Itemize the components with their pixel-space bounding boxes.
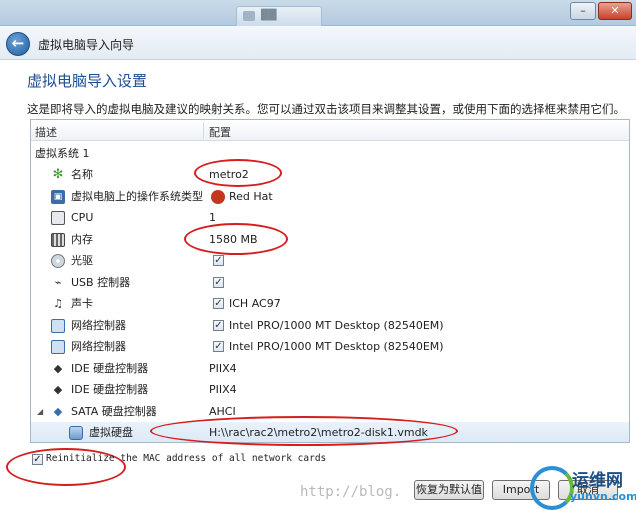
hard-disk-icon xyxy=(69,426,83,440)
row-label: 声卡 xyxy=(71,297,93,310)
row-label: IDE 硬盘控制器 xyxy=(71,383,149,396)
usb-checkbox[interactable]: ✓ xyxy=(213,276,224,288)
sound-card-icon: ♫ xyxy=(53,297,63,310)
wizard-title: 虚拟电脑导入向导 xyxy=(38,38,135,52)
back-arrow-icon[interactable]: ← xyxy=(6,32,30,56)
row-label: CPU xyxy=(71,211,94,224)
logo-domain: yunvn.com xyxy=(570,490,636,503)
group-label: 虚拟系统 1 xyxy=(35,147,90,160)
tree-header: 描述 配置 xyxy=(31,120,629,141)
optical-drive-icon xyxy=(51,254,65,268)
page-description: 这是即将导入的虚拟电脑及建议的映射关系。您可以通过双击该项目来调整其设置，或使用… xyxy=(27,102,625,116)
row-value[interactable]: Intel PRO/1000 MT Desktop (82540EM) xyxy=(229,336,444,357)
usb-icon: ⌁ xyxy=(54,275,62,289)
ide-controller-icon: ◆ xyxy=(53,361,63,375)
taskbar-tab[interactable]: ██ xyxy=(236,6,322,26)
row-label: USB 控制器 xyxy=(71,275,131,289)
table-row[interactable]: ⌁ USB 控制器 ✓ xyxy=(31,272,629,294)
appliance-settings-tree[interactable]: 描述 配置 虚拟系统 1 ✻ 名称 metro2 ▣ 虚拟电脑上的操作系统类型 … xyxy=(30,119,630,443)
close-button[interactable]: ✕ xyxy=(598,2,632,20)
logo-ring-icon xyxy=(530,466,574,510)
table-row[interactable]: 网络控制器 ✓ Intel PRO/1000 MT Desktop (82540… xyxy=(31,336,629,358)
ide-controller-icon: ◆ xyxy=(53,383,63,396)
row-value[interactable]: PIIX4 xyxy=(209,379,237,400)
row-value[interactable]: Red Hat xyxy=(229,186,273,207)
row-label: 光驱 xyxy=(71,254,93,267)
table-row[interactable]: 网络控制器 ✓ Intel PRO/1000 MT Desktop (82540… xyxy=(31,315,629,337)
table-row[interactable]: ◆ IDE 硬盘控制器 PIIX4 xyxy=(31,358,629,380)
row-label: 虚拟硬盘 xyxy=(89,426,133,439)
cpu-icon xyxy=(51,211,65,225)
network-adapter-checkbox[interactable]: ✓ xyxy=(213,319,224,331)
row-value[interactable]: metro2 xyxy=(209,164,249,185)
memory-icon xyxy=(51,232,65,247)
row-label: 网络控制器 xyxy=(71,318,126,332)
column-header-description[interactable]: 描述 xyxy=(35,124,57,140)
row-value[interactable]: Intel PRO/1000 MT Desktop (82540EM) xyxy=(229,315,444,336)
minimize-button[interactable]: – xyxy=(570,2,596,20)
tab-icon xyxy=(243,11,255,21)
tree-group-row[interactable]: 虚拟系统 1 xyxy=(31,143,629,165)
red-hat-icon xyxy=(211,189,225,204)
table-row[interactable]: ✻ 名称 metro2 xyxy=(31,164,629,186)
name-icon: ✻ xyxy=(52,167,64,182)
network-adapter-checkbox[interactable]: ✓ xyxy=(213,341,224,352)
row-label: 网络控制器 xyxy=(71,340,126,353)
row-label: 名称 xyxy=(71,168,93,181)
network-icon xyxy=(51,340,65,354)
logo-text: 运维网 xyxy=(572,471,623,491)
table-row[interactable]: CPU 1 xyxy=(31,207,629,229)
column-separator xyxy=(203,122,204,139)
site-logo: 运维网 yunvn.com xyxy=(530,462,636,512)
restore-defaults-button[interactable]: 恢复为默认值 xyxy=(414,480,484,500)
row-value[interactable]: PIIX4 xyxy=(209,358,237,379)
row-value[interactable]: 1580 MB xyxy=(209,229,258,250)
table-row[interactable]: 内存 1580 MB xyxy=(31,229,629,251)
row-value[interactable]: H:\\rac\rac2\metro2\metro2-disk1.vmdk xyxy=(209,422,428,442)
row-label: IDE 硬盘控制器 xyxy=(71,361,149,375)
reinit-mac-checkbox[interactable]: ✓ xyxy=(32,454,43,465)
os-type-icon: ▣ xyxy=(51,189,65,204)
window-titlebar: ██ – ✕ xyxy=(0,0,636,26)
table-row[interactable]: ♫ 声卡 ✓ ICH AC97 xyxy=(31,293,629,315)
row-label: 虚拟电脑上的操作系统类型 xyxy=(71,189,203,203)
row-label: 内存 xyxy=(71,232,93,246)
column-header-config[interactable]: 配置 xyxy=(209,124,231,140)
table-row[interactable]: ▣ 虚拟电脑上的操作系统类型 Red Hat xyxy=(31,186,629,208)
sound-card-checkbox[interactable]: ✓ xyxy=(213,298,224,309)
table-row[interactable]: ◆ IDE 硬盘控制器 PIIX4 xyxy=(31,379,629,401)
reinit-mac-label[interactable]: Reinitialize the MAC address of all netw… xyxy=(46,453,326,464)
page-heading: 虚拟电脑导入设置 xyxy=(27,72,148,90)
row-value[interactable]: AHCI xyxy=(209,401,236,422)
optical-drive-checkbox[interactable]: ✓ xyxy=(213,255,224,266)
row-value[interactable]: ICH AC97 xyxy=(229,293,281,314)
collapse-arrow-icon[interactable]: ◢ xyxy=(37,401,43,422)
table-row[interactable]: ◢ ◆ SATA 硬盘控制器 AHCI xyxy=(31,401,629,423)
sata-controller-icon: ◆ xyxy=(53,404,63,418)
row-value[interactable]: 1 xyxy=(209,207,216,228)
network-icon xyxy=(51,318,65,333)
row-label: SATA 硬盘控制器 xyxy=(71,404,157,418)
watermark: http://blog. xyxy=(300,484,402,500)
wizard-navbar: ← 虚拟电脑导入向导 xyxy=(0,26,636,60)
table-row[interactable]: 虚拟硬盘 H:\\rac\rac2\metro2\metro2-disk1.vm… xyxy=(31,422,629,442)
table-row[interactable]: 光驱 ✓ xyxy=(31,250,629,272)
tab-label: ██ xyxy=(261,10,277,21)
